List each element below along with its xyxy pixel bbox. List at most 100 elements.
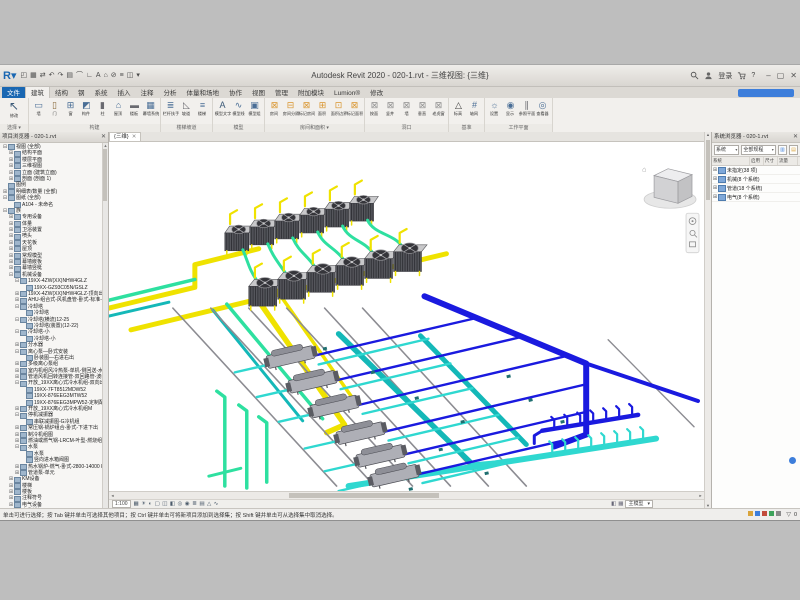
ribbon-button-显示[interactable]: ◉显示 bbox=[503, 99, 518, 118]
ribbon-button-门[interactable]: ▯门 bbox=[47, 99, 62, 118]
ribbon-button-面积[interactable]: ⊞面积 bbox=[315, 99, 330, 118]
tab-文件[interactable]: 文件 bbox=[2, 86, 25, 98]
show-crop-icon[interactable]: ◫ bbox=[162, 501, 167, 507]
view-tab-3d[interactable]: {三维} ✕ bbox=[109, 132, 141, 141]
ribbon-button-柱[interactable]: ▮柱 bbox=[95, 99, 110, 118]
system-row[interactable]: ⊞未指定(38 项) bbox=[712, 166, 800, 175]
system-row[interactable]: ⊞机械(8 个系统) bbox=[712, 175, 800, 184]
vertical-scrollbar[interactable]: ▲ ▼ bbox=[704, 132, 711, 508]
displacement-icon[interactable]: ∿ bbox=[214, 501, 219, 507]
notification-dot[interactable] bbox=[789, 457, 796, 464]
ribbon-button-房间[interactable]: ⊠房间 bbox=[267, 99, 282, 118]
filter-icon[interactable]: ▽ bbox=[786, 511, 791, 518]
editable-icon[interactable]: ▦ bbox=[618, 501, 623, 507]
text-icon[interactable]: A bbox=[96, 71, 101, 80]
column-尺寸[interactable]: 尺寸 bbox=[764, 157, 778, 165]
search-icon[interactable] bbox=[690, 71, 699, 80]
ribbon-button-轴网[interactable]: #轴网 bbox=[467, 99, 482, 118]
close-button[interactable]: ✕ bbox=[790, 71, 797, 80]
viewcube[interactable]: ⌂ bbox=[642, 167, 696, 209]
ribbon-button-楼板[interactable]: ▬楼板 bbox=[127, 99, 142, 118]
promoted-tab-button[interactable] bbox=[738, 89, 794, 97]
ribbon-button-模型文字[interactable]: A模型文字 bbox=[215, 99, 230, 118]
tab-Lumion®[interactable]: Lumion® bbox=[329, 89, 365, 98]
ribbon-button-栏杆扶手[interactable]: ≣栏杆扶手 bbox=[163, 99, 178, 118]
tab-结构[interactable]: 结构 bbox=[50, 86, 73, 98]
editable-only-icon[interactable] bbox=[755, 511, 760, 516]
horizontal-scrollbar[interactable]: ◂▸ bbox=[109, 491, 704, 499]
ribbon-button-墙[interactable]: ▭墙 bbox=[31, 99, 46, 118]
temporary-properties-icon[interactable]: ▤ bbox=[199, 501, 204, 507]
autofit-columns-icon[interactable]: ▥ bbox=[778, 145, 787, 155]
tab-分析[interactable]: 分析 bbox=[159, 86, 182, 98]
panel-label[interactable]: 洞口 bbox=[365, 124, 448, 132]
user-icon[interactable] bbox=[704, 71, 713, 80]
sync-icon[interactable]: ⇄ bbox=[40, 71, 46, 80]
tab-附加模块[interactable]: 附加模块 bbox=[293, 86, 329, 98]
switch-windows-icon[interactable]: ◫ bbox=[127, 71, 134, 80]
ribbon-button-构件[interactable]: ◩构件 bbox=[79, 99, 94, 118]
view-tab-close-icon[interactable]: ✕ bbox=[132, 133, 137, 141]
ribbon-button-标记房间[interactable]: ⊠标记房间 bbox=[299, 99, 314, 118]
column-settings-icon[interactable]: ▤ bbox=[789, 145, 798, 155]
ribbon-button-垂直[interactable]: ⊠垂直 bbox=[415, 99, 430, 118]
system-browser-close-icon[interactable]: ✕ bbox=[793, 132, 798, 142]
project-browser-close-icon[interactable]: ✕ bbox=[101, 132, 106, 142]
ribbon-button-标高[interactable]: △标高 bbox=[451, 99, 466, 118]
exclude-options-icon[interactable] bbox=[776, 511, 781, 516]
tab-体量和场地[interactable]: 体量和场地 bbox=[182, 86, 225, 98]
design-option-select[interactable]: 主模型 ▾ bbox=[625, 500, 653, 508]
revit-logo-icon[interactable]: R▾ bbox=[3, 69, 16, 82]
maximize-button[interactable]: ▢ bbox=[777, 71, 785, 80]
worksets-icon[interactable] bbox=[748, 511, 753, 516]
ribbon-button-窗[interactable]: ⊞窗 bbox=[63, 99, 78, 118]
temporary-hide-icon[interactable]: ◎ bbox=[178, 501, 183, 507]
redo-icon[interactable]: ↷ bbox=[57, 71, 63, 80]
panel-label[interactable]: 基准 bbox=[449, 124, 484, 132]
ribbon-button-查看器[interactable]: ◎查看器 bbox=[535, 99, 550, 118]
system-row[interactable]: ⊞电气(8 个系统) bbox=[712, 193, 800, 202]
ribbon-button-模型线[interactable]: ∿模型线 bbox=[231, 99, 246, 118]
measure-icon[interactable]: ⌒ bbox=[76, 71, 83, 80]
tab-视图[interactable]: 视图 bbox=[247, 86, 270, 98]
ribbon-button-面积边界[interactable]: ⊡面积边界 bbox=[331, 99, 346, 118]
help-icon[interactable]: ? bbox=[751, 72, 755, 79]
column-系统[interactable]: 系统 bbox=[712, 157, 750, 165]
project-browser-scrollbar[interactable]: ▲ bbox=[102, 143, 108, 508]
ribbon-button-房间分隔[interactable]: ⊟房间分隔 bbox=[283, 99, 298, 118]
ribbon-button-屋顶[interactable]: ⌂屋顶 bbox=[111, 99, 126, 118]
worksharing-icon[interactable]: ◧ bbox=[611, 501, 616, 507]
open-icon[interactable]: ◰ bbox=[20, 71, 27, 80]
lock-view-icon[interactable]: ◧ bbox=[170, 501, 175, 507]
default-3d-view-icon[interactable]: ⌂ bbox=[104, 71, 108, 80]
tab-插入[interactable]: 插入 bbox=[113, 86, 136, 98]
pin-icon[interactable] bbox=[769, 511, 774, 516]
ribbon-button-模型组[interactable]: ▣模型组 bbox=[247, 99, 262, 118]
align-icon[interactable]: ∟ bbox=[86, 71, 93, 80]
ribbon-button-参照平面[interactable]: ∥参照平面 bbox=[519, 99, 534, 118]
tab-系统[interactable]: 系统 bbox=[90, 86, 113, 98]
ribbon-button-标记面积[interactable]: ⊠标记面积 bbox=[347, 99, 362, 118]
sign-in-button[interactable]: 登录 bbox=[718, 71, 732, 81]
worksharing-display-icon[interactable]: ≣ bbox=[192, 501, 197, 507]
tab-钢[interactable]: 钢 bbox=[73, 86, 90, 98]
discipline-filter-select[interactable]: 全部规程▾ bbox=[741, 145, 775, 155]
view-filter-select[interactable]: 系统▾ bbox=[714, 145, 739, 155]
project-browser-tree[interactable]: ▲ ⊟视图 (全部)⊞结构平面⊞楼层平面⊞三维视图⊞立面 (建筑立面)⊞剖面 (… bbox=[0, 143, 108, 508]
undo-icon[interactable]: ↶ bbox=[49, 71, 55, 80]
reveal-hidden-icon[interactable]: ◉ bbox=[185, 501, 190, 507]
ribbon-button-修改[interactable]: ↖修改 bbox=[2, 99, 26, 120]
ribbon-button-老虎窗[interactable]: ⊠老虎窗 bbox=[431, 99, 446, 118]
tab-协作[interactable]: 协作 bbox=[224, 86, 247, 98]
navigation-bar[interactable] bbox=[686, 213, 699, 253]
system-row[interactable]: ⊞管道(18 个系统) bbox=[712, 184, 800, 193]
panel-label[interactable]: 房间和面积 ▾ bbox=[265, 124, 364, 132]
save-icon[interactable]: ▦ bbox=[30, 71, 37, 80]
panel-label[interactable]: 模型 bbox=[213, 124, 264, 132]
ribbon-button-楼梯[interactable]: ≡楼梯 bbox=[195, 99, 210, 118]
thin-lines-icon[interactable]: ≡ bbox=[120, 71, 124, 80]
ribbon-button-按面[interactable]: ⊠按面 bbox=[367, 99, 382, 118]
print-icon[interactable]: ▤ bbox=[66, 71, 73, 80]
tab-修改[interactable]: 修改 bbox=[365, 86, 388, 98]
ribbon-button-坡道[interactable]: ◺坡道 bbox=[179, 99, 194, 118]
